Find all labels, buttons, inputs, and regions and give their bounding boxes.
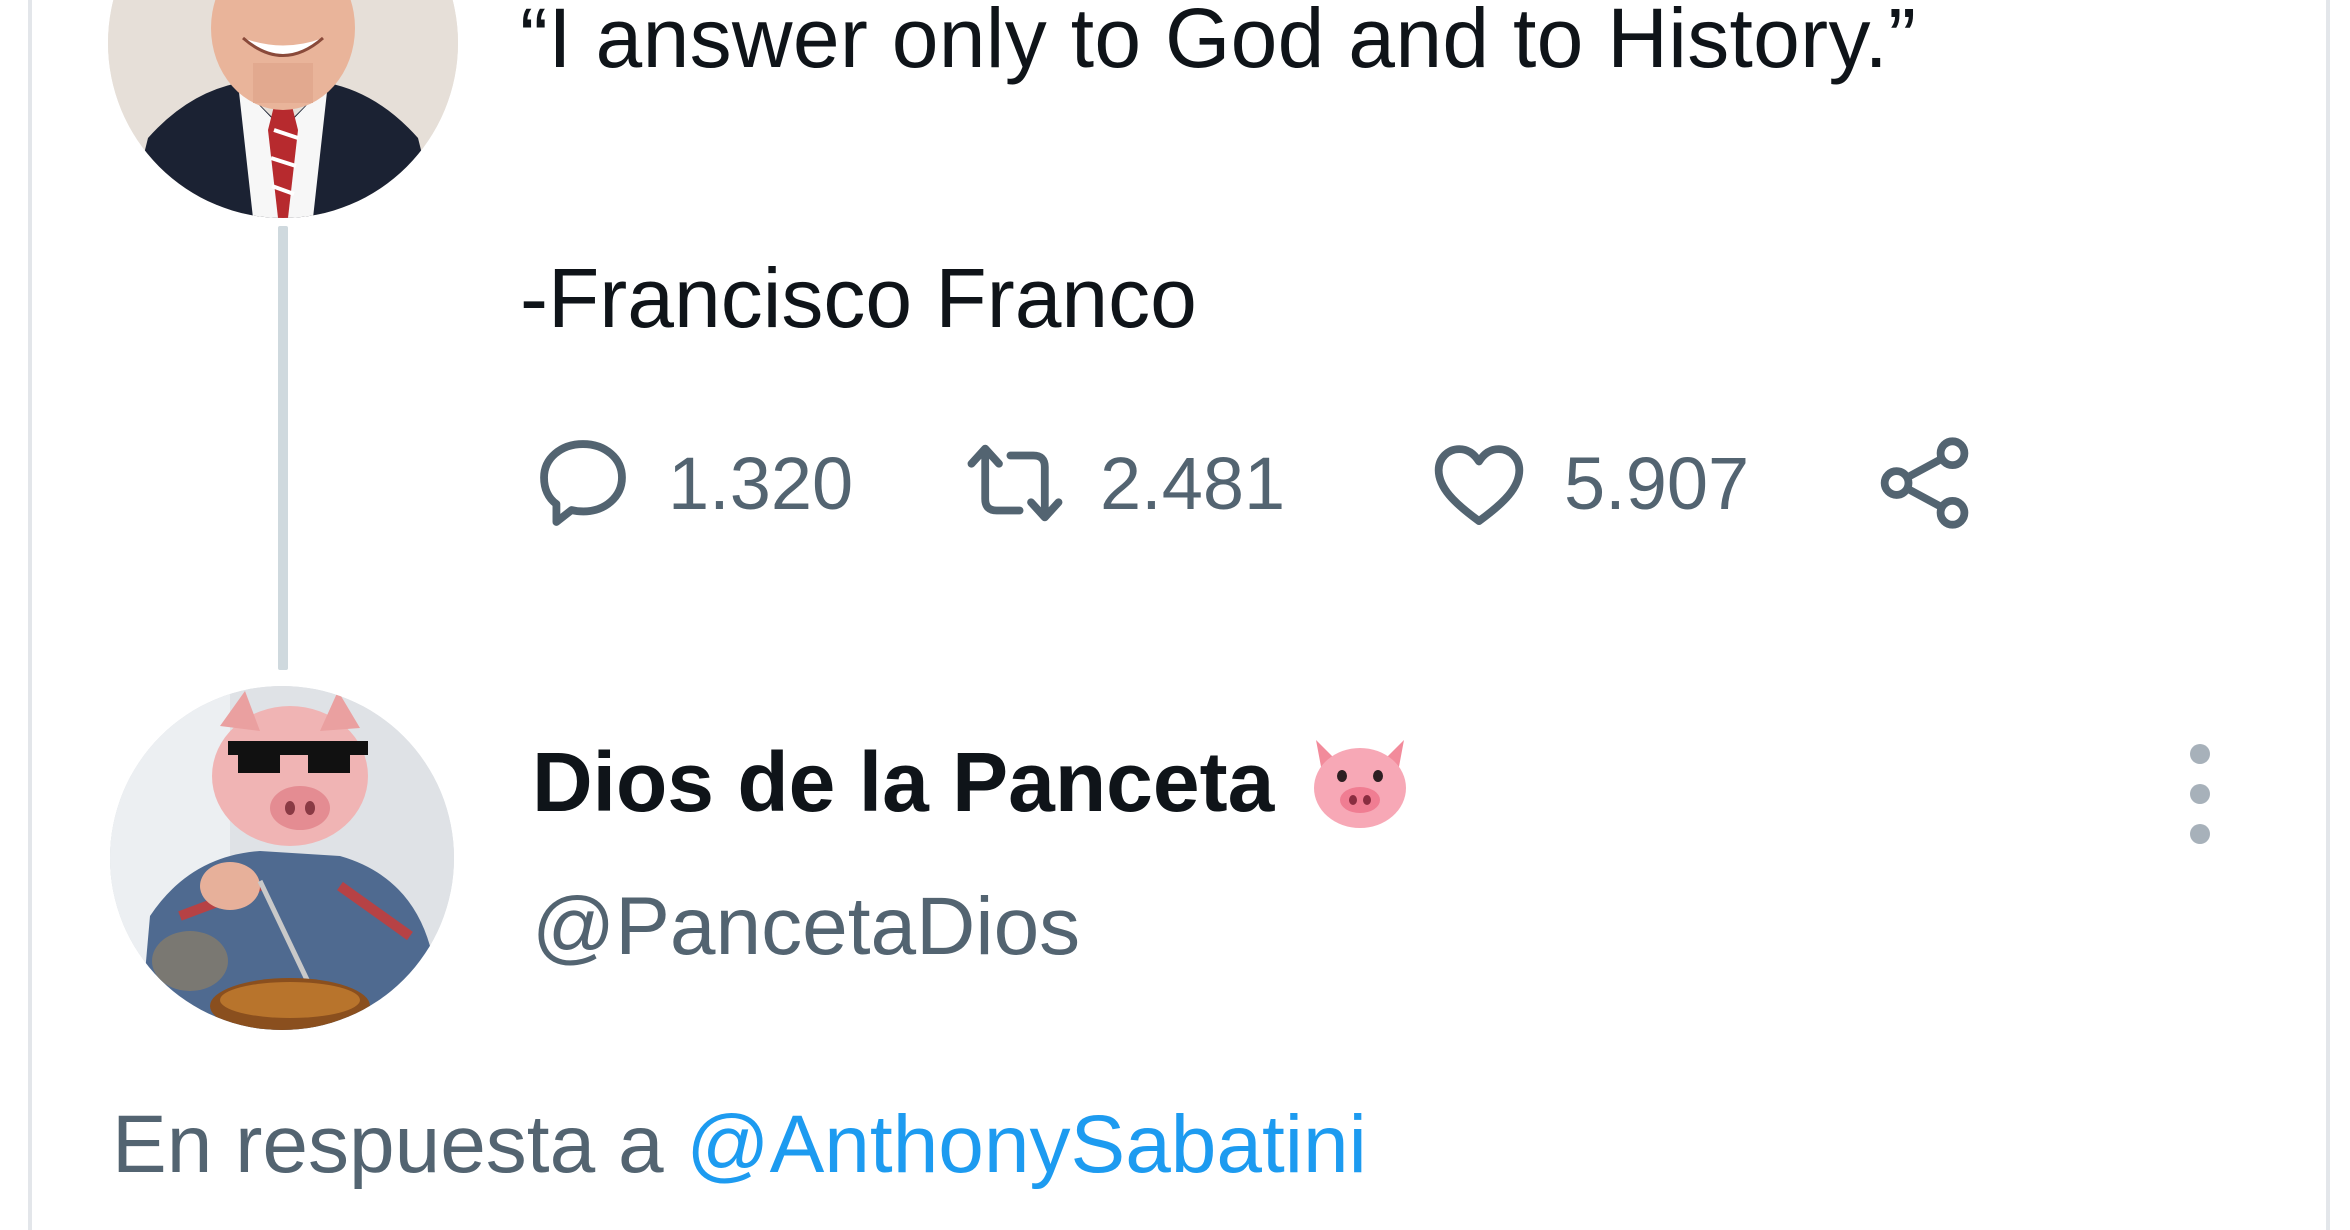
like-button[interactable]: 5.907 xyxy=(1424,428,1749,538)
heart-icon xyxy=(1434,445,1524,525)
man-in-suit-avatar xyxy=(108,0,458,218)
reply-icon xyxy=(540,440,626,526)
tweet-action-bar: 1.320 2.481 5.907 xyxy=(528,428,2008,538)
reply-prefix: En respuesta a xyxy=(112,1099,664,1190)
share-button[interactable] xyxy=(1870,428,1980,538)
display-name-text: Dios de la Panceta xyxy=(532,734,1275,829)
thread-connector-line xyxy=(278,226,288,670)
more-options-button[interactable] xyxy=(2178,744,2222,844)
pig-with-sunglasses-avatar xyxy=(110,686,454,1030)
more-dot-icon xyxy=(2190,824,2210,844)
tweet-text: “I answer only to God and to History.” xyxy=(520,0,1917,85)
retweet-count: 2.481 xyxy=(1100,441,1286,525)
share-icon xyxy=(1880,437,1969,529)
more-dot-icon xyxy=(2190,784,2210,804)
card-border-right xyxy=(2326,0,2330,1230)
author-avatar-second[interactable] xyxy=(110,686,454,1030)
user-handle[interactable]: @PancetaDios xyxy=(532,880,1080,974)
pig-face-icon xyxy=(1314,740,1407,828)
reply-mention-link[interactable]: @AnthonySabatini xyxy=(686,1099,1366,1190)
reply-context: En respuesta a @AnthonySabatini xyxy=(112,1098,1367,1192)
author-avatar-first[interactable] xyxy=(108,0,458,218)
retweet-icon xyxy=(967,444,1063,522)
card-border-left xyxy=(28,0,32,1230)
more-dot-icon xyxy=(2190,744,2210,764)
reply-count: 1.320 xyxy=(668,441,854,525)
display-name[interactable]: Dios de la Panceta xyxy=(532,732,1416,832)
retweet-button[interactable]: 2.481 xyxy=(960,428,1285,538)
tweet-attribution: -Francisco Franco xyxy=(520,251,1197,345)
like-count: 5.907 xyxy=(1564,441,1750,525)
reply-button[interactable]: 1.320 xyxy=(528,428,853,538)
